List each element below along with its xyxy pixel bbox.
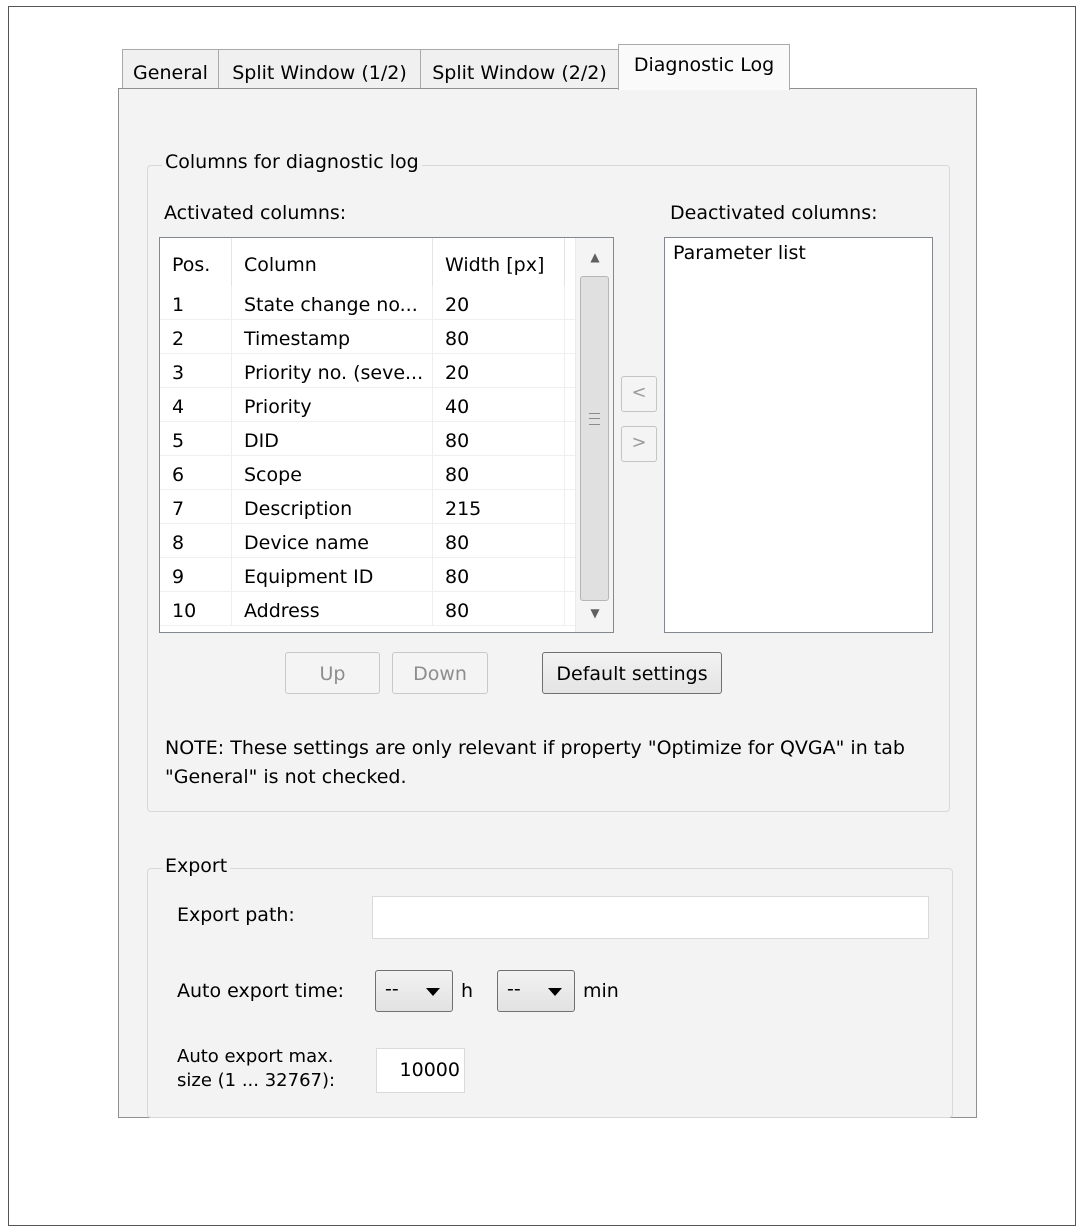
row-column-cell: State change no... (232, 286, 433, 320)
auto-export-max-size-label: Auto export max. size (1 ... 32767): (177, 1045, 335, 1093)
row-column-cell: Priority (232, 388, 433, 422)
row-column-cell: Address (232, 592, 433, 626)
row-pos-cell: 4 (160, 388, 232, 422)
tab-label: Diagnostic Log (633, 54, 775, 76)
row-pos-cell: 5 (160, 422, 232, 456)
minutes-select[interactable]: -- (497, 970, 575, 1012)
minutes-value: -- (507, 978, 521, 1000)
down-button[interactable]: Down (392, 652, 488, 694)
hours-value: -- (385, 978, 399, 1000)
row-pos-cell: 3 (160, 354, 232, 388)
up-button[interactable]: Up (285, 652, 380, 694)
export-group-legend: Export (162, 855, 231, 877)
row-divider (160, 625, 575, 626)
tab-label: Split Window (2/2) (432, 62, 607, 84)
deactivated-columns-label: Deactivated columns: (670, 202, 878, 224)
max-size-label-line1: Auto export max. (177, 1046, 334, 1067)
activated-columns-label: Activated columns: (164, 202, 347, 224)
row-width-cell: 80 (433, 524, 565, 558)
table-row[interactable]: 3 Priority no. (seve... 20 (160, 354, 575, 388)
row-width-cell: 40 (433, 388, 565, 422)
row-width-cell: 80 (433, 422, 565, 456)
row-width-cell: 80 (433, 558, 565, 592)
max-size-input[interactable]: 10000 (376, 1048, 465, 1093)
row-width-cell: 20 (433, 286, 565, 320)
tab-split-window-1[interactable]: Split Window (1/2) (218, 49, 421, 90)
row-column-cell: Scope (232, 456, 433, 490)
row-pos-cell: 8 (160, 524, 232, 558)
tab-label: General (133, 62, 208, 84)
table-row[interactable]: 4 Priority 40 (160, 388, 575, 422)
row-column-cell: Description (232, 490, 433, 524)
list-scrollbar[interactable]: ▲ ▼ (575, 238, 613, 632)
row-width-cell: 80 (433, 456, 565, 490)
row-column-cell: Priority no. (seve... (232, 354, 433, 388)
header-width[interactable]: Width [px] (433, 238, 565, 286)
tab-diagnostic-log[interactable]: Diagnostic Log (618, 44, 790, 90)
table-row[interactable]: 10 Address 80 (160, 592, 575, 626)
table-row[interactable]: 1 State change no... 20 (160, 286, 575, 320)
move-right-button[interactable]: > (621, 426, 657, 462)
row-width-cell: 80 (433, 320, 565, 354)
default-settings-button[interactable]: Default settings (542, 652, 722, 694)
row-pos-cell: 1 (160, 286, 232, 320)
table-row[interactable]: 5 DID 80 (160, 422, 575, 456)
row-width-cell: 80 (433, 592, 565, 626)
hours-select[interactable]: -- (375, 970, 453, 1012)
row-pos-cell: 7 (160, 490, 232, 524)
row-column-cell: Timestamp (232, 320, 433, 354)
auto-export-time-label: Auto export time: (177, 980, 345, 1002)
activated-columns-list[interactable]: Pos. Column Width [px] 1 State change no.… (159, 237, 614, 633)
row-pos-cell: 9 (160, 558, 232, 592)
table-row[interactable]: 8 Device name 80 (160, 524, 575, 558)
row-pos-cell: 2 (160, 320, 232, 354)
table-row[interactable]: 2 Timestamp 80 (160, 320, 575, 354)
dropdown-arrow-icon (548, 988, 562, 996)
minutes-unit-label: min (583, 980, 619, 1002)
export-path-input[interactable] (372, 896, 929, 939)
row-column-cell: DID (232, 422, 433, 456)
table-row[interactable]: 7 Description 215 (160, 490, 575, 524)
table-row[interactable]: 9 Equipment ID 80 (160, 558, 575, 592)
scroll-down-arrow-icon[interactable]: ▼ (576, 594, 614, 632)
table-row[interactable]: 6 Scope 80 (160, 456, 575, 490)
max-size-label-line2: size (1 ... 32767): (177, 1070, 336, 1091)
scroll-up-arrow-icon[interactable]: ▲ (576, 238, 614, 276)
row-column-cell: Equipment ID (232, 558, 433, 592)
note-text: NOTE: These settings are only relevant i… (165, 737, 905, 788)
row-pos-cell: 10 (160, 592, 232, 626)
header-pos[interactable]: Pos. (160, 238, 232, 286)
grip-icon (589, 413, 600, 425)
scroll-thumb[interactable] (580, 276, 609, 601)
hours-unit-label: h (461, 980, 474, 1002)
row-width-cell: 215 (433, 490, 565, 524)
export-path-label: Export path: (177, 904, 295, 926)
tab-label: Split Window (1/2) (232, 62, 407, 84)
move-left-button[interactable]: < (621, 376, 657, 412)
list-header: Pos. Column Width [px] (160, 238, 575, 286)
tab-general[interactable]: General (122, 49, 219, 90)
columns-group-legend: Columns for diagnostic log (162, 151, 422, 173)
list-item[interactable]: Parameter list (673, 242, 806, 264)
row-pos-cell: 6 (160, 456, 232, 490)
dropdown-arrow-icon (426, 988, 440, 996)
header-column[interactable]: Column (232, 238, 433, 286)
row-width-cell: 20 (433, 354, 565, 388)
deactivated-columns-list[interactable]: Parameter list (664, 237, 933, 633)
tab-split-window-2[interactable]: Split Window (2/2) (420, 49, 619, 90)
row-column-cell: Device name (232, 524, 433, 558)
